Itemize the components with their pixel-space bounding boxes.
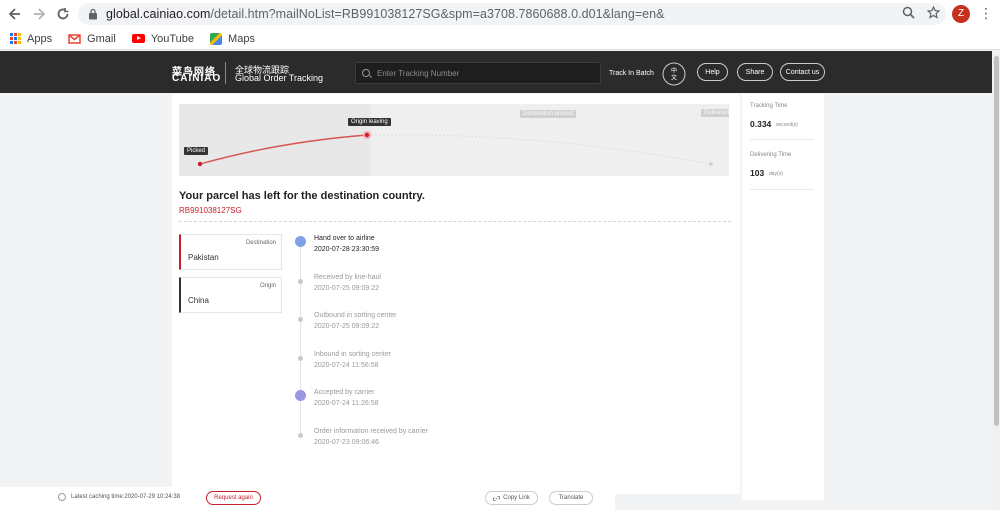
tracking-time-unit: second(s) [776,122,798,128]
timeline-time: 2020-07-24 11:56:58 [314,361,379,369]
scrollbar-thumb[interactable] [994,56,999,426]
divider [179,221,731,222]
timeline-event: Inbound in sorting center [314,350,392,358]
tracking-time-value: 0.334 [750,119,772,129]
tracking-number: RB991038127SG [179,206,242,215]
timeline-time: 2020-07-24 11:26:58 [314,400,379,407]
contact-us-button[interactable]: Contact us [780,63,825,81]
parcel-status-title: Your parcel has left for the destination… [179,190,425,202]
destination-label: Destination [245,240,276,246]
language-switch-button[interactable]: 中 文 [662,62,686,86]
shipment-map: Picked Origin leaving Destination arrive… [179,104,729,176]
site-header: 菜鸟网络 CAINIAO 全球物流跟踪 Global Order Trackin… [0,51,1000,93]
back-icon[interactable] [2,0,28,28]
bookmark-label: Apps [27,32,53,45]
airplane-icon [295,236,306,247]
destination-country: Pakistan [188,253,219,262]
link-icon [493,495,501,501]
svg-text:文: 文 [671,74,677,82]
zoom-icon[interactable] [902,6,915,19]
lock-icon [89,8,97,20]
forward-icon[interactable] [26,0,52,28]
stage-delivered: Delivered [701,109,729,117]
track-in-batch-link[interactable]: Track In Batch [609,70,654,77]
timeline-dot [298,432,303,438]
reload-icon[interactable] [50,0,76,28]
youtube-icon [131,34,145,43]
bookmark-apps[interactable]: Apps [10,33,52,45]
apps-icon [10,33,21,44]
tagline-en: Global Order Tracking [235,73,324,83]
timeline-time: 2020-07-25 09:09:22 [314,323,379,330]
bookmark-youtube[interactable]: YouTube [131,32,195,45]
profile-avatar[interactable]: Z [952,5,970,23]
translate-button[interactable]: Translate [549,491,593,505]
bookmark-maps[interactable]: Maps [210,32,255,45]
gmail-icon [68,33,81,44]
timeline-time: 2020-07-28 23:30:59 [314,246,379,253]
timeline-event: Outbound in sorting center [314,312,397,319]
stage-destination-arrived: Destination arrived [520,110,577,118]
clock-icon [58,493,66,501]
search-icon [362,69,370,77]
timeline-time: 2020-07-25 09:09:22 [314,284,379,292]
destination-tab[interactable]: Destination Pakistan [179,234,282,270]
share-button[interactable]: Share [737,63,773,81]
tracking-search[interactable] [355,62,601,84]
copy-link-label: Copy Link [503,495,530,501]
request-again-button[interactable]: Request again [206,491,261,505]
delivering-time-value: 103 [750,168,765,178]
timeline-dot [298,317,303,322]
carrier-icon [295,390,306,401]
maps-icon [210,32,223,45]
language-switch-label: 中 [671,67,677,75]
bookmarks-bar: Apps Gmail YouTube Maps [0,28,1000,50]
logo-en[interactable]: CAINIAO [172,73,221,84]
bookmark-gmail[interactable]: Gmail [68,33,116,45]
address-bar[interactable]: global.cainiao.com/detail.htm?mailNoList… [78,3,946,25]
help-button[interactable]: Help [697,63,728,81]
browser-menu-icon[interactable]: ⋮ [979,6,993,20]
bookmark-label: Gmail [87,32,116,45]
logo-divider [225,62,226,84]
route-line [197,131,713,167]
origin-tab[interactable]: Origin China [179,277,282,313]
timeline-event: Accepted by carrier [314,389,375,396]
bookmark-label: Maps [228,32,255,45]
stats-divider [750,189,814,190]
url-text: global.cainiao.com/detail.htm?mailNoList… [106,7,665,21]
bookmark-star-icon[interactable] [927,6,940,19]
origin-country: China [188,296,209,305]
copy-link-button[interactable]: Copy Link [485,491,538,505]
timeline-line [300,240,301,435]
stage-picked: Picked [184,147,209,155]
timeline-event: Received by line-haul [314,273,381,281]
tracking-number-input[interactable] [377,68,577,78]
timeline-dot [298,278,303,284]
stats-divider [750,139,814,140]
timeline-time: 2020-07-23 09:06:46 [314,438,379,446]
cache-time-text: Latest caching time:2020-07-29 10:24:38 [71,494,181,500]
url-host: global.cainiao.com [106,7,211,21]
origin-label: Origin [259,283,276,289]
stage-origin-leaving: Origin leaving [348,118,391,126]
timeline-event: Order information received by carrier [314,427,428,435]
delivering-time-unit: day(s) [769,171,783,177]
timeline-dot [298,355,303,361]
tracking-time-label: Tracking Time [750,103,788,109]
browser-toolbar: global.cainiao.com/detail.htm?mailNoList… [0,0,1000,28]
bookmark-label: YouTube [150,32,195,45]
delivering-time-label: Delivering Time [750,152,792,158]
timeline-event: Hand over to airline [314,235,375,242]
url-path: /detail.htm?mailNoList=RB991038127SG&spm… [210,7,665,21]
